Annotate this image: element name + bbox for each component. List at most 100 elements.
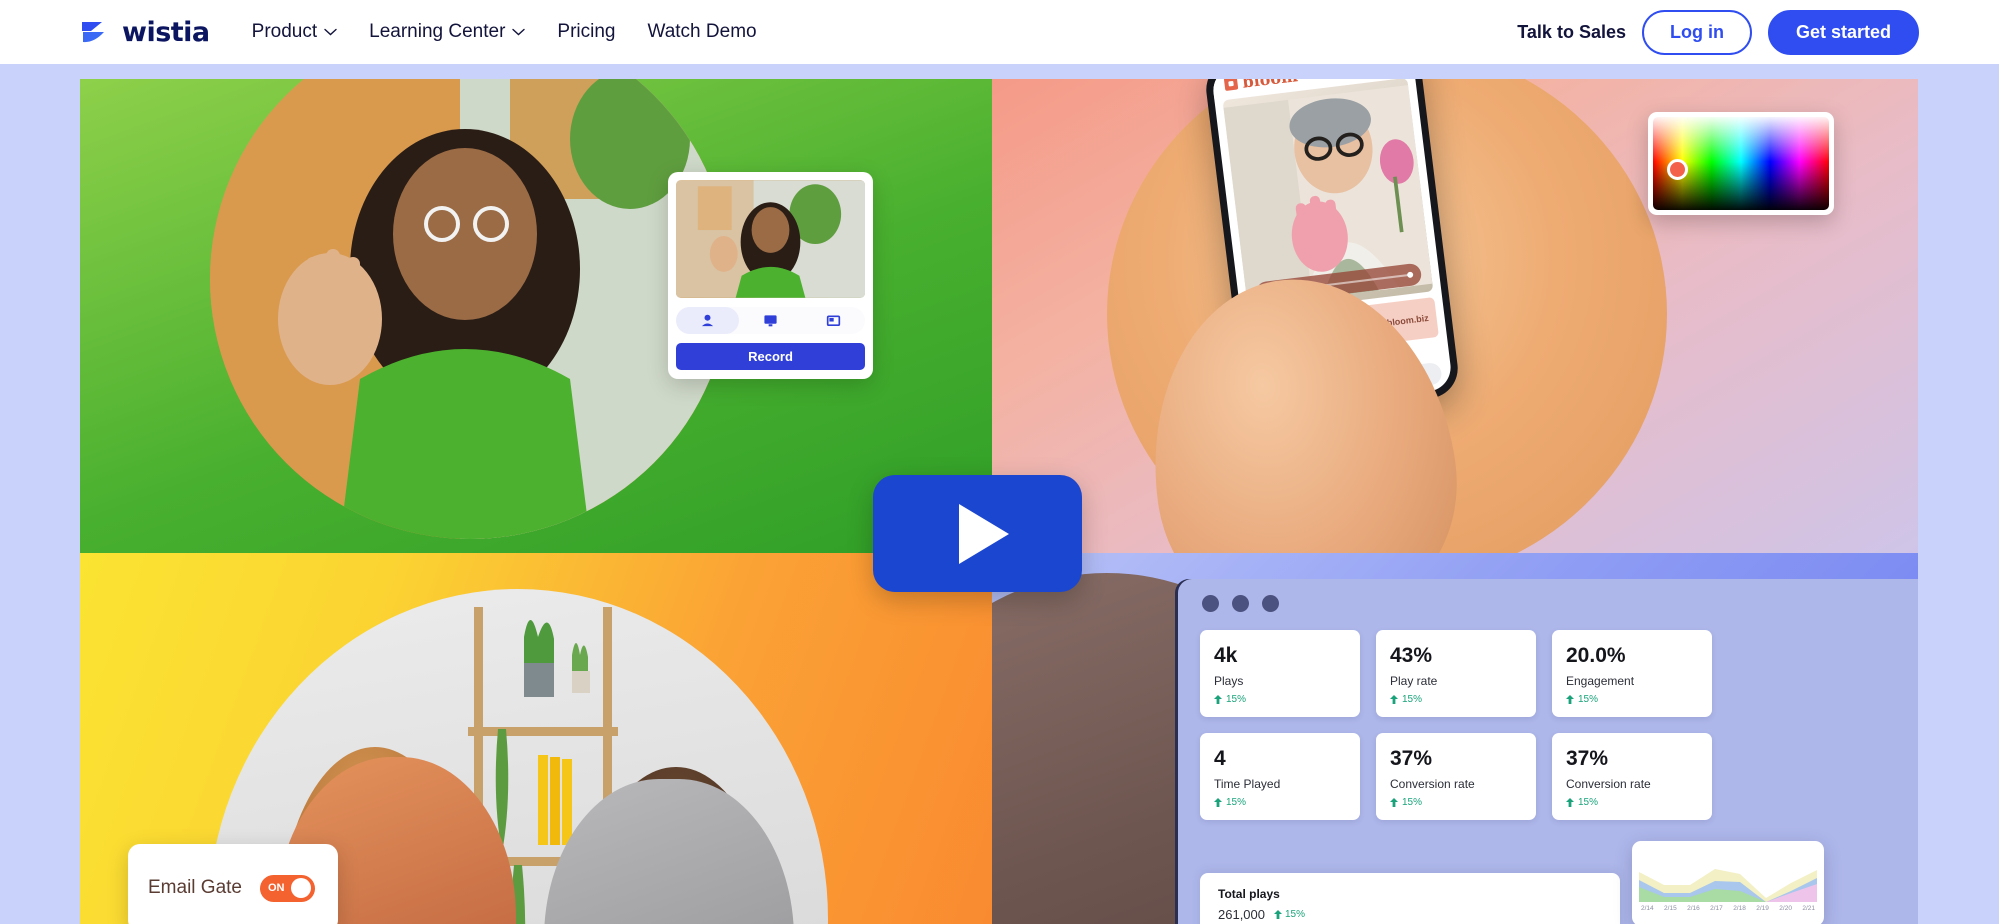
bloom-logo-icon: [1223, 79, 1239, 91]
x-tick: 2/17: [1710, 905, 1723, 912]
stat-delta: 15%: [1214, 694, 1346, 705]
toggle-knob: [290, 878, 311, 898]
arrow-up-icon: [1390, 695, 1398, 705]
stat-card[interactable]: 37% Conversion rate 15%: [1376, 733, 1536, 821]
total-plays-title: Total plays: [1218, 887, 1280, 901]
hero-quadrant-email-gate: Email Gate ON: [80, 553, 992, 924]
stat-delta: 15%: [1390, 694, 1522, 705]
record-button[interactable]: Record: [676, 343, 865, 370]
wistia-logo-mark: [82, 22, 104, 43]
webcam-person-circle: [210, 79, 730, 539]
window-controls: [1178, 579, 1918, 612]
arrow-up-icon: [1274, 910, 1282, 919]
arrow-up-icon: [1566, 695, 1574, 705]
hero-quadrant-mobile: bloom.biz: [992, 79, 1918, 553]
recorder-tab-webcam[interactable]: [676, 307, 739, 334]
stat-delta: 15%: [1566, 797, 1698, 808]
stat-delta-value: 15%: [1226, 694, 1247, 706]
stat-value: 4k: [1214, 644, 1238, 667]
nav-right-group: Talk to Sales Log in Get started: [1517, 9, 1919, 55]
webcam-icon: [701, 314, 714, 327]
nav-item-learning-center[interactable]: Learning Center: [369, 21, 526, 43]
stat-card[interactable]: 4k Plays 15%: [1200, 630, 1360, 718]
bloom-brand-name: bloom: [1241, 79, 1298, 91]
stat-card-grid: 4k Plays 15% 43% Play rate 15% 20.0% Eng…: [1178, 612, 1918, 821]
talk-to-sales-link[interactable]: Talk to Sales: [1517, 22, 1626, 43]
stat-value: 43%: [1390, 644, 1433, 667]
x-tick: 2/21: [1802, 905, 1815, 912]
total-plays-panel: Total plays 261,000 15% 200k: [1200, 873, 1620, 924]
chevron-down-icon: [324, 28, 337, 36]
recorder-widget: Record: [668, 172, 873, 379]
total-plays-summary: 261,000 15%: [1218, 907, 1602, 922]
arrow-up-icon: [1390, 798, 1398, 808]
stat-label: Conversion rate: [1566, 777, 1651, 792]
x-tick: 2/16: [1687, 905, 1700, 912]
stat-delta-value: 15%: [1226, 797, 1247, 809]
chevron-down-icon: [512, 28, 526, 36]
total-plays-delta-value: 15%: [1285, 909, 1306, 920]
nav-item-product[interactable]: Product: [252, 21, 337, 43]
stat-delta: 15%: [1566, 694, 1698, 705]
stat-card[interactable]: 20.0% Engagement 15%: [1552, 630, 1712, 718]
wistia-logo[interactable]: wistia: [80, 17, 210, 48]
recorder-preview: [676, 180, 865, 298]
email-gate-card: Email Gate ON: [128, 844, 338, 924]
stacked-area-chart: [1639, 869, 1817, 902]
screen-icon: [764, 315, 777, 327]
get-started-button[interactable]: Get started: [1767, 9, 1919, 55]
stat-delta-value: 15%: [1578, 797, 1599, 809]
trend-chart-x-axis: 2/14 2/15 2/16 2/17 2/18 2/19 2/20 2/21: [1639, 902, 1817, 912]
log-in-button[interactable]: Log in: [1641, 9, 1752, 55]
stat-delta-value: 15%: [1402, 797, 1423, 809]
color-picker-gradient[interactable]: [1653, 117, 1829, 210]
arrow-up-icon: [1214, 798, 1222, 808]
stat-card[interactable]: 37% Conversion rate 15%: [1552, 733, 1712, 821]
stat-label: Play rate: [1390, 674, 1438, 689]
email-gate-toggle-state: ON: [267, 882, 285, 894]
stat-label: Engagement: [1566, 674, 1635, 689]
trend-area-chart-card: 2/14 2/15 2/16 2/17 2/18 2/19 2/20 2/21: [1632, 841, 1824, 924]
hero-quadrant-analytics: 4k Plays 15% 43% Play rate 15% 20.0% Eng…: [992, 553, 1918, 924]
window-dot-minimize[interactable]: [1232, 595, 1249, 612]
stat-value: 37%: [1390, 747, 1433, 771]
nav-item-watch-demo[interactable]: Watch Demo: [647, 21, 756, 43]
email-gate-toggle[interactable]: ON: [259, 874, 315, 902]
stat-label: Time Played: [1214, 777, 1281, 792]
hero-video-collage: Record bloom.biz Email Gate ON 4k Plays …: [80, 79, 1918, 924]
stat-value: 20.0%: [1566, 644, 1626, 667]
stat-label: Plays: [1214, 674, 1244, 689]
x-tick: 2/20: [1779, 905, 1792, 912]
window-dot-close[interactable]: [1202, 595, 1219, 612]
nav-item-pricing-label: Pricing: [557, 21, 616, 42]
nav-item-product-label: Product: [251, 21, 318, 42]
stat-label: Conversion rate: [1390, 777, 1475, 792]
recorder-tab-screen[interactable]: [739, 307, 802, 334]
nav-links: Product Learning Center Pricing Watch De…: [252, 21, 757, 43]
recorder-tab-picture-in-picture[interactable]: [802, 307, 865, 334]
stat-card[interactable]: 4 Time Played 15%: [1200, 733, 1360, 821]
wistia-logo-text: wistia: [122, 16, 210, 48]
top-navigation-bar: wistia Product Learning Center Pricing W…: [0, 0, 1999, 64]
nav-item-pricing[interactable]: Pricing: [557, 21, 615, 43]
recorder-preview-thumbnail: [676, 180, 865, 298]
stat-delta: 15%: [1214, 797, 1346, 808]
person-waving-illustration: [210, 79, 730, 539]
nav-item-learning-center-label: Learning Center: [369, 21, 506, 42]
stat-delta-value: 15%: [1402, 694, 1423, 706]
arrow-up-icon: [1566, 798, 1574, 808]
phone-video-player[interactable]: 5:24: [1222, 79, 1434, 314]
stat-value: 37%: [1566, 747, 1609, 771]
play-video-button[interactable]: [873, 475, 1082, 592]
nav-left-group: wistia Product Learning Center Pricing W…: [80, 17, 757, 48]
x-tick: 2/15: [1664, 905, 1677, 912]
total-plays-delta: 15%: [1274, 909, 1305, 920]
trend-area-chart-plot: [1639, 850, 1817, 902]
email-gate-label: Email Gate: [148, 877, 242, 898]
x-tick: 2/19: [1756, 905, 1769, 912]
recorder-source-tabs: [676, 307, 865, 334]
color-picker-selected-swatch[interactable]: [1667, 159, 1688, 180]
window-dot-maximize[interactable]: [1262, 595, 1279, 612]
color-picker-panel[interactable]: [1648, 112, 1834, 215]
stat-card[interactable]: 43% Play rate 15%: [1376, 630, 1536, 718]
